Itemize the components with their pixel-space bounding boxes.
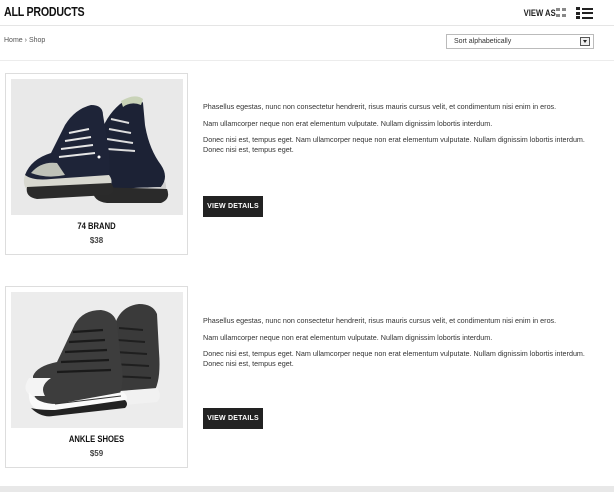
view-details-button[interactable]: VIEW DETAILS [203,196,263,217]
view-as-label: VIEW AS [523,8,556,18]
page-footer [0,486,614,492]
breadcrumb-current: Shop [28,37,46,44]
grid-view-icon[interactable] [556,8,568,18]
description-paragraph: Phasellus egestas, nunc non consectetur … [203,316,557,325]
description-paragraph: Phasellus egestas, nunc non consectetur … [203,102,557,111]
description-paragraph: Donec nisi est, tempus eget. Nam ullamco… [203,135,585,154]
description-paragraph: Nam ullamcorper neque non erat elementum… [203,118,493,128]
product-card[interactable]: ANKLE SHOES $59 [5,286,188,468]
product-name[interactable]: 74 BRAND [20,221,174,231]
divider [0,60,614,61]
breadcrumb: Home › Shop [4,37,45,44]
breadcrumb-home[interactable]: Home [4,37,23,44]
product-price: $59 [89,449,104,458]
list-view-icon[interactable] [576,7,594,19]
description-paragraph: Nam ullamcorper neque non erat elementum… [203,332,493,342]
product-price: $38 [89,236,104,245]
product-card[interactable]: 74 BRAND $38 [5,73,188,255]
product-image[interactable] [11,292,183,428]
product-image[interactable] [11,79,183,215]
product-description: Phasellus egestas, nunc non consectetur … [203,316,593,375]
page-title: ALL PRODUCTS [4,4,85,19]
dropdown-arrow-icon[interactable] [580,37,590,46]
breadcrumb-separator: › [24,37,27,44]
page-header: ALL PRODUCTS VIEW AS [0,0,614,26]
view-details-button[interactable]: VIEW DETAILS [203,408,263,429]
sort-selected-value: Sort alphabetically [454,38,512,45]
sort-select[interactable]: Sort alphabetically [446,34,594,49]
product-name[interactable]: ANKLE SHOES [20,434,174,444]
product-description: Phasellus egestas, nunc non consectetur … [203,102,593,161]
description-paragraph: Donec nisi est, tempus eget. Nam ullamco… [203,349,585,368]
